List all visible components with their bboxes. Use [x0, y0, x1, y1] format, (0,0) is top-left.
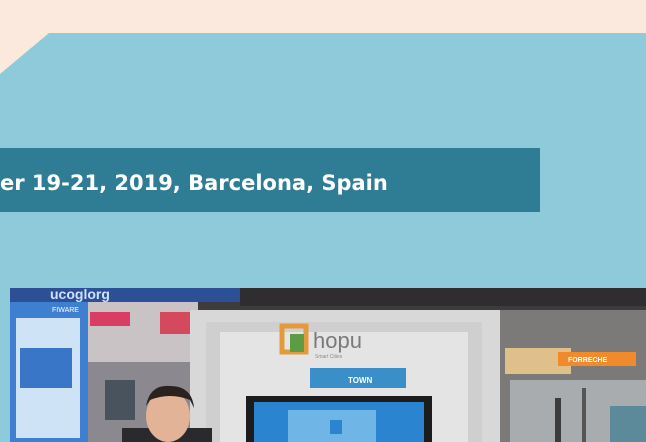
booth-photo: ucoglorg FIWARE hopu Smart Cities TOWN F… — [10, 288, 646, 442]
event-date-location: er 19-21, 2019, Barcelona, Spain — [0, 171, 388, 195]
top-sign-text: ucoglorg — [50, 288, 110, 302]
right-sign-text: FORRECHE — [568, 357, 608, 364]
hopu-logo-text: hopu — [313, 328, 362, 353]
svg-text:Smart Cities: Smart Cities — [315, 354, 343, 360]
town-sign-text: TOWN — [348, 376, 373, 385]
hopu-booth: hopu Smart Cities TOWN — [190, 310, 500, 442]
svg-text:FIWARE: FIWARE — [52, 307, 79, 314]
fiware-panel: FIWARE — [10, 302, 88, 442]
